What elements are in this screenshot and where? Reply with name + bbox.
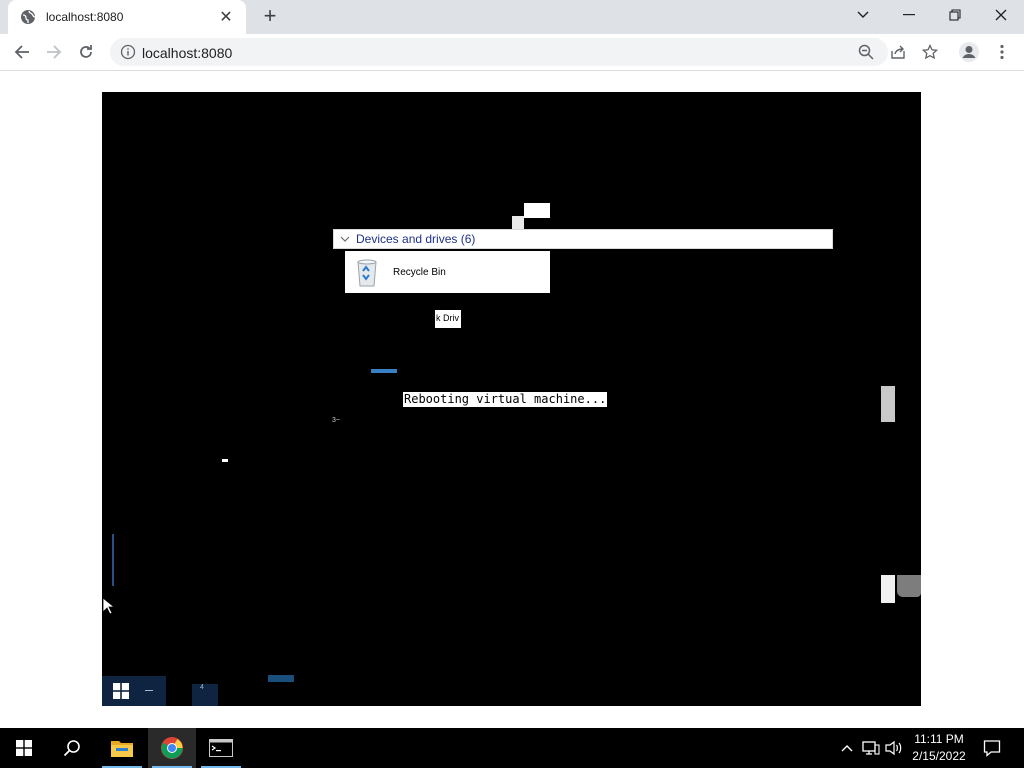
render-artifact xyxy=(897,575,921,597)
devices-drives-label: Devices and drives (6) xyxy=(356,232,476,246)
site-info-icon[interactable] xyxy=(120,44,136,60)
browser-tab[interactable]: localhost:8080 ✕ xyxy=(8,0,246,34)
more-vert-icon xyxy=(1000,44,1004,60)
globe-icon xyxy=(21,10,36,24)
folder-icon xyxy=(111,741,133,757)
devices-drives-header[interactable]: Devices and drives (6) xyxy=(333,229,833,249)
close-window-button[interactable] xyxy=(978,0,1024,30)
taskbar-clock[interactable]: 11:11 PM 2/15/2022 xyxy=(904,731,974,765)
avatar-icon xyxy=(959,42,979,62)
render-artifact xyxy=(512,216,524,229)
render-artifact xyxy=(371,369,397,373)
chevron-down-icon xyxy=(340,236,350,242)
windows-taskbar: 11:11 PM 2/15/2022 xyxy=(0,728,1024,768)
clock-time: 11:11 PM xyxy=(914,732,964,746)
render-artifact xyxy=(112,534,114,586)
new-tab-button[interactable]: + xyxy=(258,4,282,30)
zoom-out-icon xyxy=(858,44,874,60)
menu-button[interactable] xyxy=(988,38,1016,66)
back-button[interactable] xyxy=(8,38,36,66)
mouse-cursor-icon xyxy=(102,597,114,615)
share-icon xyxy=(891,45,905,59)
artifact-text: 3~ xyxy=(332,417,340,424)
chevron-down-icon xyxy=(857,11,869,18)
terminal-icon xyxy=(209,739,233,757)
recycle-bin-icon xyxy=(357,259,377,287)
share-button[interactable] xyxy=(884,38,912,66)
tab-close-icon[interactable]: ✕ xyxy=(216,7,236,27)
browser-toolbar: localhost:8080 xyxy=(0,34,1024,71)
artifact-text: 4 xyxy=(200,684,204,691)
bookmark-button[interactable] xyxy=(916,38,944,66)
drive-label-fragment: k Driv xyxy=(435,310,461,328)
remote-windows-logo-icon xyxy=(113,683,129,699)
forward-button[interactable] xyxy=(40,38,68,66)
remote-taskbar-fragment xyxy=(102,676,166,706)
render-artifact xyxy=(145,690,153,691)
star-icon xyxy=(922,44,938,60)
zoom-button[interactable] xyxy=(852,38,880,66)
volume-button[interactable] xyxy=(884,738,904,758)
recycle-bin-item[interactable]: Recycle Bin xyxy=(345,251,550,293)
reload-icon xyxy=(80,45,92,58)
show-hidden-icons-button[interactable] xyxy=(837,738,857,758)
vm-display[interactable]: Devices and drives (6) Recycle Bin k Dri… xyxy=(102,92,921,706)
minimize-icon xyxy=(903,14,915,16)
reload-button[interactable] xyxy=(72,38,100,66)
render-artifact xyxy=(881,386,895,422)
forward-arrow-icon xyxy=(47,45,62,59)
tab-search-button[interactable] xyxy=(840,0,886,30)
url-text: localhost:8080 xyxy=(142,45,233,61)
remote-taskbar-fragment xyxy=(268,675,294,682)
minimize-button[interactable] xyxy=(886,0,932,30)
render-artifact xyxy=(881,575,895,603)
network-icon xyxy=(862,741,880,755)
search-button[interactable] xyxy=(48,728,96,768)
chevron-up-icon xyxy=(841,745,853,752)
search-icon xyxy=(63,740,80,757)
render-artifact xyxy=(222,459,228,462)
taskbar-command-prompt[interactable] xyxy=(197,728,245,768)
recycle-bin-label: Recycle Bin xyxy=(393,266,446,278)
windows-logo-icon xyxy=(16,740,32,756)
network-button[interactable] xyxy=(861,738,881,758)
restore-icon xyxy=(949,9,961,21)
reboot-status-message: Rebooting virtual machine... xyxy=(403,392,608,407)
speaker-icon xyxy=(885,740,902,756)
action-center-button[interactable] xyxy=(982,738,1002,758)
profile-button[interactable] xyxy=(955,38,983,66)
notification-icon xyxy=(983,740,1001,757)
start-button[interactable] xyxy=(0,728,48,768)
clock-date: 2/15/2022 xyxy=(912,749,966,763)
chrome-icon xyxy=(161,737,183,759)
browser-tabstrip: localhost:8080 ✕ + xyxy=(0,0,1024,34)
render-artifact xyxy=(524,203,550,218)
restore-button[interactable] xyxy=(932,0,978,30)
taskbar-chrome[interactable] xyxy=(148,728,196,768)
taskbar-file-explorer[interactable] xyxy=(98,728,146,768)
tab-title: localhost:8080 xyxy=(46,10,124,24)
remote-taskbar-fragment xyxy=(192,684,218,706)
back-arrow-icon xyxy=(14,45,29,59)
address-bar[interactable]: localhost:8080 xyxy=(110,38,888,66)
close-icon xyxy=(995,9,1007,21)
